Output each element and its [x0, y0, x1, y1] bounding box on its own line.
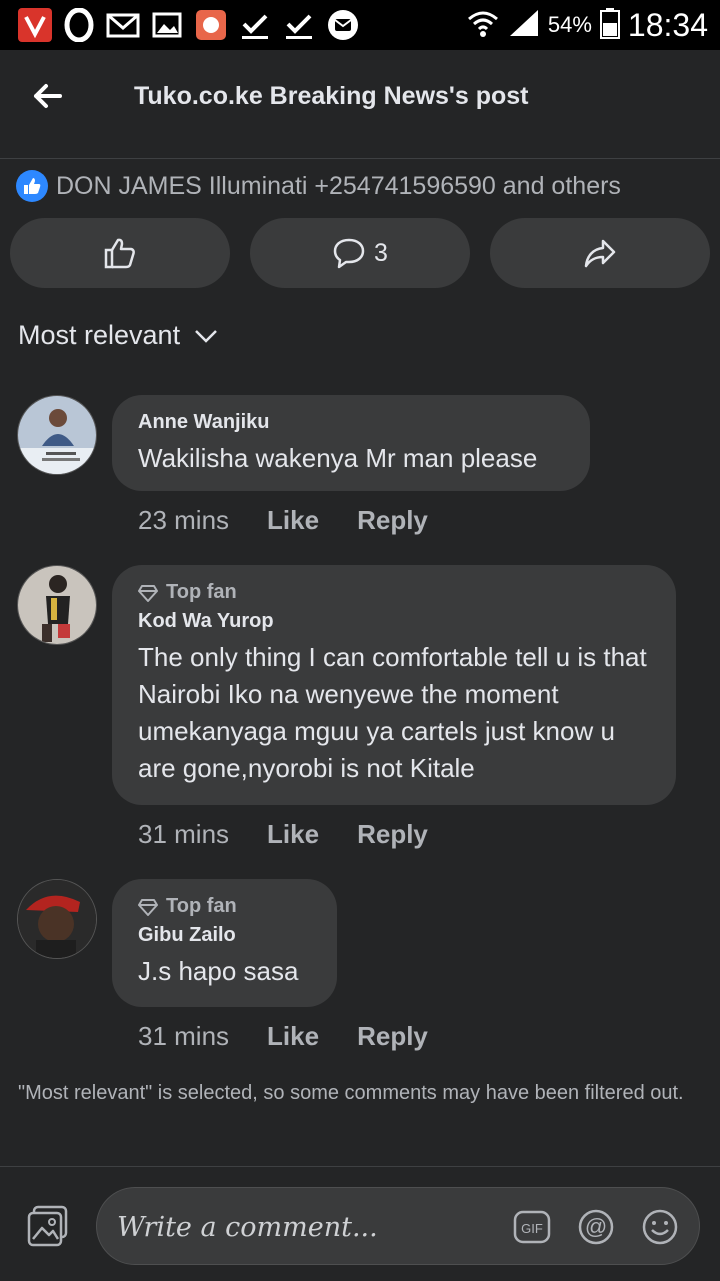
comment-bubble[interactable]: Top fan Gibu Zailo J.s hapo sasa: [112, 879, 337, 1007]
gallery-icon: [150, 8, 184, 42]
top-fan-label: Top fan: [166, 895, 237, 917]
gif-icon[interactable]: GIF: [513, 1208, 551, 1246]
signal-icon: [508, 8, 540, 43]
comment-time: 31 mins: [138, 819, 230, 849]
comment-author[interactable]: Kod Wa Yurop: [138, 610, 650, 633]
wifi-icon: [466, 7, 500, 44]
vivaldi-icon: [18, 8, 52, 42]
emoji-icon[interactable]: [641, 1208, 679, 1246]
share-button[interactable]: [490, 218, 710, 288]
mail-icon: [106, 8, 140, 42]
sort-label: Most relevant: [18, 320, 181, 350]
top-fan-label: Top fan: [166, 581, 237, 603]
status-right: 54% 18:34: [466, 7, 720, 44]
avatar[interactable]: [17, 395, 97, 475]
status-left-icons: [0, 8, 360, 42]
photo-button[interactable]: [26, 1205, 70, 1247]
header: Tuko.co.ke Breaking News's post: [0, 50, 720, 159]
download-done-icon: [238, 8, 272, 42]
back-button[interactable]: [30, 78, 70, 114]
status-bar: 54% 18:34: [0, 0, 720, 50]
comment-bubble[interactable]: Anne Wanjiku Wakilisha wakenya Mr man pl…: [112, 395, 590, 491]
page-title: Tuko.co.ke Breaking News's post: [134, 82, 529, 110]
reply-link[interactable]: Reply: [357, 505, 428, 536]
comment-author[interactable]: Gibu Zailo: [138, 924, 311, 947]
comment-input[interactable]: [115, 1202, 499, 1252]
comment-text: J.s hapo sasa: [138, 956, 299, 986]
svg-text:@: @: [585, 1214, 607, 1239]
battery-icon: [599, 7, 620, 44]
comment-icon: [333, 238, 365, 269]
comment-button[interactable]: 3: [250, 218, 470, 288]
svg-text:GIF: GIF: [521, 1221, 543, 1236]
like-reaction-icon: [16, 170, 48, 202]
like-link[interactable]: Like: [267, 819, 319, 850]
like-button[interactable]: [10, 218, 230, 288]
battery-percent: 54%: [547, 12, 592, 37]
diamond-icon: [138, 584, 158, 602]
comment-meta: 31 mins Like Reply: [138, 1021, 428, 1052]
app-icon: [194, 8, 228, 42]
thumbs-up-icon: [104, 238, 135, 269]
opera-icon: [62, 8, 96, 42]
top-fan-badge: Top fan: [138, 895, 311, 918]
sort-dropdown[interactable]: Most relevant: [18, 320, 218, 351]
like-link[interactable]: Like: [267, 1021, 319, 1052]
clock: 18:34: [627, 6, 708, 43]
arrow-left-icon: [34, 84, 62, 108]
reactions-text: DON JAMES Illuminati +254741596590 and o…: [56, 171, 621, 200]
share-icon: [584, 239, 616, 268]
mention-icon[interactable]: @: [577, 1208, 615, 1246]
comment-meta: 23 mins Like Reply: [138, 505, 428, 536]
comment-text: Wakilisha wakenya Mr man please: [138, 443, 538, 473]
chevron-down-icon: [195, 329, 217, 343]
comment-composer-bar: GIF @: [0, 1166, 720, 1281]
comment-bubble[interactable]: Top fan Kod Wa Yurop The only thing I ca…: [112, 565, 676, 805]
download-done-icon: [282, 8, 316, 42]
filter-note: "Most relevant" is selected, so some com…: [18, 1082, 684, 1104]
message-icon: [326, 8, 360, 42]
comment-time: 23 mins: [138, 505, 230, 535]
comment-count: 3: [374, 238, 388, 267]
reactions-summary[interactable]: DON JAMES Illuminati +254741596590 and o…: [16, 170, 621, 202]
like-link[interactable]: Like: [267, 505, 319, 536]
comment-meta: 31 mins Like Reply: [138, 819, 428, 850]
comment-time: 31 mins: [138, 1021, 230, 1051]
top-fan-badge: Top fan: [138, 581, 650, 604]
reply-link[interactable]: Reply: [357, 819, 428, 850]
photo-icon: [27, 1205, 68, 1247]
comment-text: The only thing I can comfortable tell u …: [138, 642, 647, 783]
comment-input-container[interactable]: GIF @: [96, 1187, 700, 1265]
comment-author[interactable]: Anne Wanjiku: [138, 411, 564, 434]
reply-link[interactable]: Reply: [357, 1021, 428, 1052]
diamond-icon: [138, 898, 158, 916]
avatar[interactable]: [17, 879, 97, 959]
avatar[interactable]: [17, 565, 97, 645]
